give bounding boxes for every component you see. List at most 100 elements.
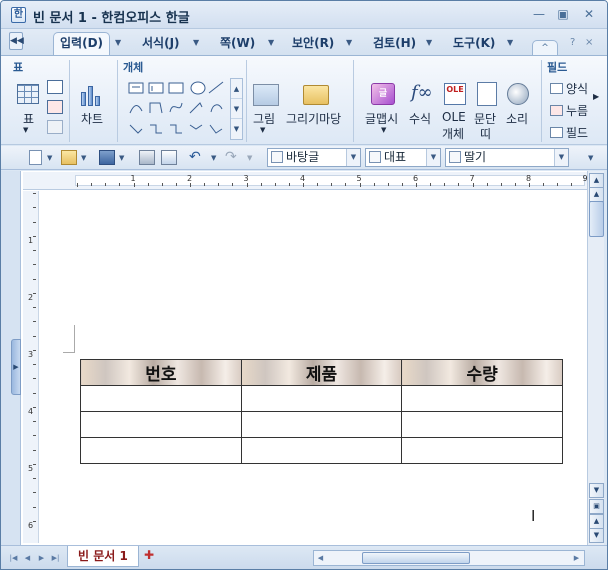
hwp-app-icon[interactable]: 한: [11, 7, 26, 23]
chevron-down-icon[interactable]: ▼: [115, 38, 121, 47]
formula-icon[interactable]: f∞: [411, 82, 433, 103]
open-folder-icon[interactable]: [61, 150, 77, 165]
tab-page[interactable]: 쪽(W): [220, 33, 255, 55]
chevron-down-icon[interactable]: ▼: [119, 154, 124, 162]
table-props-icon[interactable]: [47, 120, 63, 134]
chevron-down-icon[interactable]: ▼: [47, 154, 52, 162]
shape-gallery[interactable]: [127, 79, 235, 139]
scroll-up-icon[interactable]: ▲: [589, 173, 604, 188]
undo-icon[interactable]: ↶: [189, 150, 205, 165]
vertical-scrollbar[interactable]: ▲ ▲ ▼ ▣ ▲ ▼: [587, 171, 604, 545]
table-cell[interactable]: [401, 411, 563, 438]
drawing-folder-icon[interactable]: [303, 85, 329, 105]
drawing-button-label[interactable]: 그리기마당: [286, 110, 341, 127]
field-field-item[interactable]: 필드: [550, 124, 588, 141]
shape-gallery-scroll[interactable]: ▲ ▼ ▼: [230, 78, 243, 140]
next-page-icon[interactable]: ▼: [589, 528, 604, 543]
toolbar-expand-icon[interactable]: ▼: [588, 154, 593, 162]
tab-input[interactable]: 입력(D): [53, 32, 111, 56]
help-icon[interactable]: ?: [570, 37, 575, 48]
picture-button-label[interactable]: 그림: [253, 110, 275, 127]
collapse-ribbon-icon[interactable]: ◀◀: [9, 32, 24, 50]
side-panel-toggle-icon[interactable]: ▶: [11, 339, 21, 395]
header-cell-number[interactable]: 번호: [80, 359, 242, 386]
chevron-down-icon[interactable]: ▼: [268, 38, 274, 47]
more-icon[interactable]: ▼: [231, 119, 242, 139]
scroll-left-icon[interactable]: ◀: [314, 551, 327, 565]
chevron-down-icon[interactable]: ▼: [81, 154, 86, 162]
chevron-down-icon[interactable]: ▼: [260, 126, 265, 134]
chevron-down-icon[interactable]: ▼: [193, 38, 199, 47]
picture-icon[interactable]: [253, 84, 279, 106]
scroll-down-icon[interactable]: ▼: [589, 483, 604, 498]
chevron-down-icon[interactable]: ▼: [23, 126, 28, 134]
maximize-icon[interactable]: ▣: [555, 7, 571, 21]
chevron-down-icon[interactable]: ▼: [381, 126, 386, 134]
close-icon[interactable]: ✕: [581, 7, 597, 21]
formula-button-label[interactable]: 수식: [409, 110, 431, 127]
scrollbar-thumb[interactable]: [589, 201, 604, 237]
table-cell[interactable]: [80, 385, 242, 412]
scrollbar-thumb[interactable]: [362, 552, 470, 564]
chart-icon[interactable]: [81, 84, 103, 106]
table-cell[interactable]: [80, 411, 242, 438]
erase-table-icon[interactable]: [47, 100, 63, 114]
ole-icon[interactable]: OLE: [444, 83, 466, 105]
print-icon[interactable]: [139, 150, 155, 165]
font-kind-combo[interactable]: 대표 ▼: [365, 148, 441, 167]
wordart-icon[interactable]: 글: [371, 83, 395, 105]
table-cell[interactable]: [401, 385, 563, 412]
wordart-button-label[interactable]: 글맵시: [365, 110, 398, 127]
vertical-ruler[interactable]: 1 2 3 4 5 6: [23, 191, 39, 543]
header-cell-product[interactable]: 제품: [240, 359, 403, 386]
field-press-item[interactable]: 누름: [550, 102, 588, 119]
chevron-down-icon[interactable]: ▼: [346, 38, 352, 47]
table-cell[interactable]: [240, 437, 403, 464]
tab-review[interactable]: 검토(H): [373, 33, 416, 55]
document-tab[interactable]: 빈 문서 1: [67, 546, 139, 567]
minimize-icon[interactable]: —: [531, 7, 547, 21]
sound-button-label[interactable]: 소리: [506, 110, 528, 127]
chevron-down-icon[interactable]: ▼: [426, 149, 440, 166]
chevron-up-icon[interactable]: ^: [532, 40, 558, 55]
tab-tools[interactable]: 도구(K): [453, 33, 495, 55]
close-doc-icon[interactable]: ×: [585, 37, 593, 48]
draw-table-icon[interactable]: [47, 80, 63, 94]
tab-format[interactable]: 서식(J): [142, 33, 180, 55]
tab-security[interactable]: 보안(R): [292, 33, 334, 55]
document-table[interactable]: 번호 제품 수량: [80, 359, 563, 464]
horizontal-ruler[interactable]: 123456789: [23, 172, 589, 190]
chart-button-label[interactable]: 차트: [81, 110, 103, 127]
ole-button-label-2[interactable]: 개체: [442, 125, 464, 142]
table-button-label[interactable]: 표: [23, 110, 34, 127]
header-cell-quantity[interactable]: 수량: [401, 359, 563, 386]
horizontal-scrollbar[interactable]: ◀ ▶: [313, 550, 585, 566]
prev-tab-icon[interactable]: ◀: [21, 551, 34, 565]
print-preview-icon[interactable]: [161, 150, 177, 165]
table-cell[interactable]: [401, 437, 563, 464]
font-combo[interactable]: 딸기 ▼: [445, 148, 569, 167]
next-tab-icon[interactable]: ▶: [35, 551, 48, 565]
chevron-down-icon[interactable]: ▼: [211, 154, 216, 162]
scroll-right-icon[interactable]: ▶: [570, 551, 583, 565]
table-cell[interactable]: [240, 411, 403, 438]
ole-button-label-1[interactable]: OLE: [442, 110, 466, 124]
new-document-icon[interactable]: [29, 150, 42, 165]
field-form-item[interactable]: 양식: [550, 80, 588, 97]
ribbon-scroll-right-icon[interactable]: ▶: [593, 92, 599, 101]
chevron-down-icon[interactable]: ▼: [507, 38, 513, 47]
scroll-up-icon[interactable]: ▲: [589, 187, 604, 202]
new-tab-icon[interactable]: ✚: [144, 548, 160, 564]
prev-page-icon[interactable]: ▲: [589, 514, 604, 529]
save-icon[interactable]: [99, 150, 115, 165]
table-icon[interactable]: [17, 84, 39, 104]
table-cell[interactable]: [80, 437, 242, 464]
scroll-down-icon[interactable]: ▼: [231, 99, 242, 119]
chevron-down-icon[interactable]: ▼: [426, 38, 432, 47]
scroll-up-icon[interactable]: ▲: [231, 79, 242, 99]
first-tab-icon[interactable]: |◀: [7, 551, 20, 565]
chevron-down-icon[interactable]: ▼: [346, 149, 360, 166]
paragraph-band-icon[interactable]: [477, 82, 497, 106]
chevron-down-icon[interactable]: ▼: [554, 149, 568, 166]
sound-icon[interactable]: [507, 83, 529, 105]
